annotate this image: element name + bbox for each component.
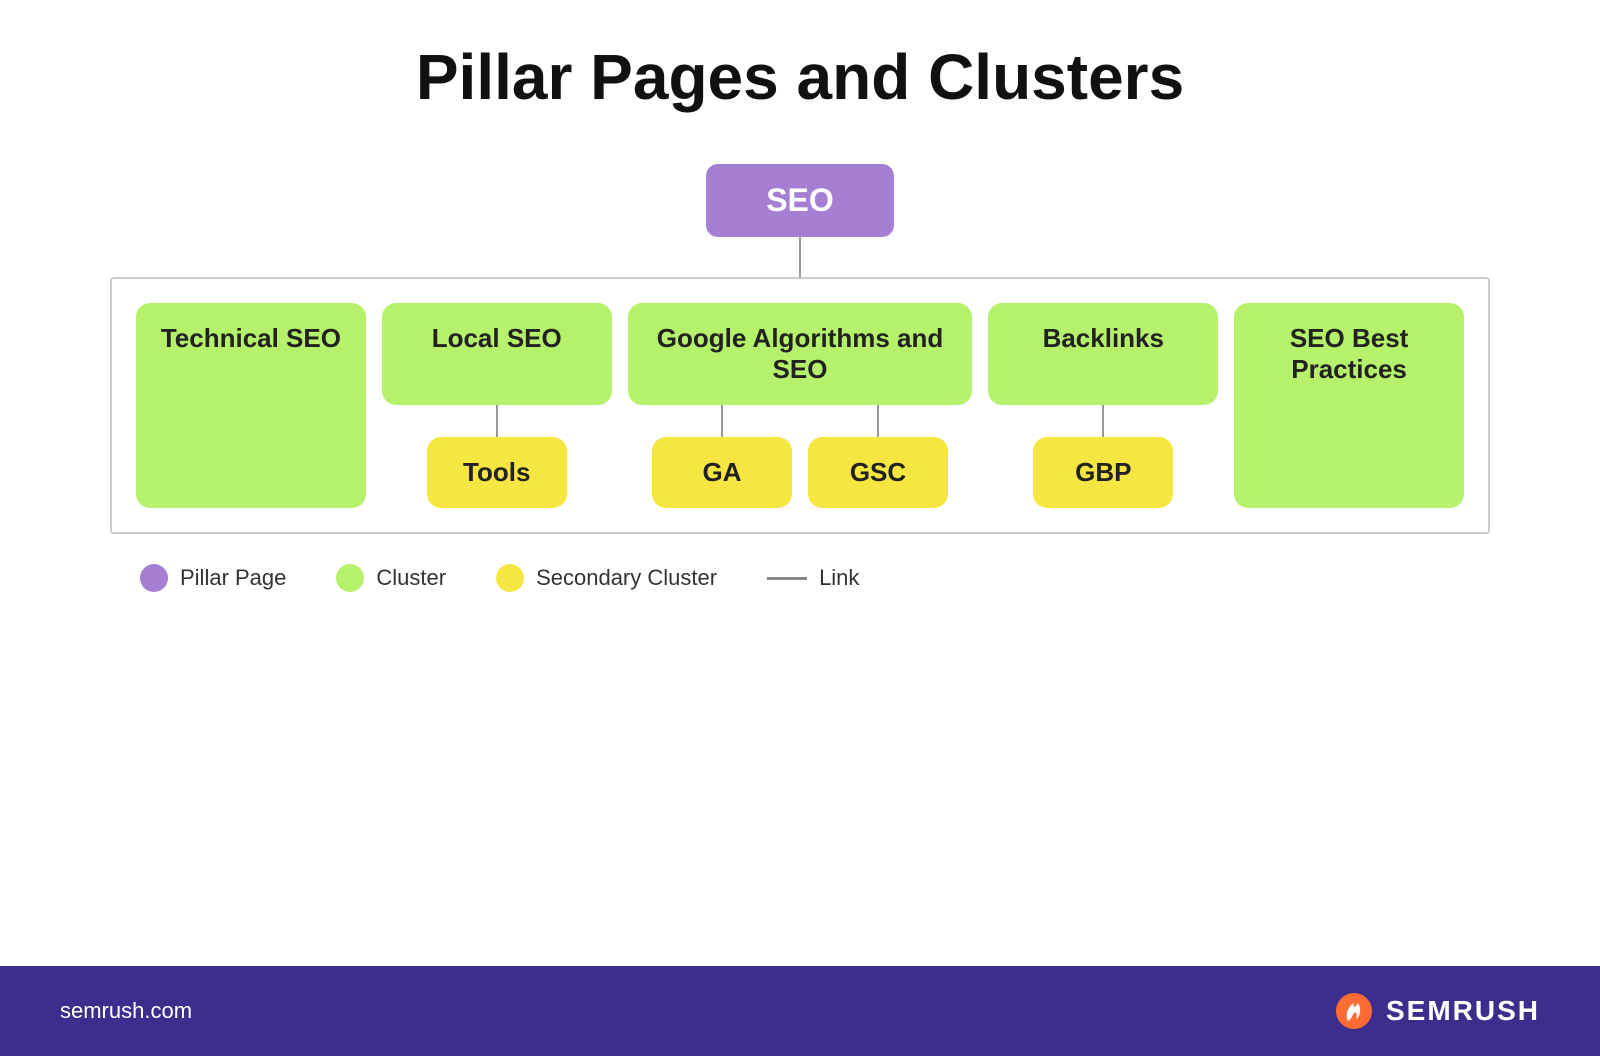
connector-local-tools	[496, 405, 498, 437]
connector-algo-gsc	[877, 405, 879, 437]
node-gbp: GBP	[1033, 437, 1173, 508]
legend-pillar-label: Pillar Page	[180, 565, 286, 591]
col-local-seo: Local SEO Tools	[382, 303, 612, 508]
legend: Pillar Page Cluster Secondary Cluster Li…	[60, 564, 859, 592]
diagram-container: SEO Technical SEO Local SEO Tools	[60, 164, 1540, 936]
root-node: SEO	[706, 164, 894, 237]
node-tools: Tools	[427, 437, 567, 508]
secondary-cluster-dot	[496, 564, 524, 592]
level1-row: Technical SEO Local SEO Tools Google Alg…	[136, 303, 1464, 508]
node-google-algo: Google Algorithms and SEO	[628, 303, 973, 405]
node-local-seo: Local SEO	[382, 303, 612, 405]
node-technical-seo: Technical SEO	[136, 303, 366, 508]
page-title: Pillar Pages and Clusters	[416, 40, 1184, 114]
cluster-dot	[336, 564, 364, 592]
diagram-box: Technical SEO Local SEO Tools Google Alg…	[110, 277, 1490, 534]
legend-cluster-label: Cluster	[376, 565, 446, 591]
node-gsc: GSC	[808, 437, 948, 508]
connector-algo-ga	[721, 405, 723, 437]
sub-col-ga: GA	[652, 405, 792, 508]
connector-backlinks-gbp	[1102, 405, 1104, 437]
col-google-algo: Google Algorithms and SEO GA GSC	[628, 303, 973, 508]
col-technical-seo: Technical SEO	[136, 303, 366, 508]
legend-pillar-page: Pillar Page	[140, 564, 286, 592]
legend-cluster: Cluster	[336, 564, 446, 592]
footer-url: semrush.com	[60, 998, 192, 1024]
root-connector	[799, 237, 801, 277]
legend-link: Link	[767, 565, 859, 591]
legend-link-label: Link	[819, 565, 859, 591]
pillar-page-dot	[140, 564, 168, 592]
node-backlinks: Backlinks	[988, 303, 1218, 405]
col-backlinks: Backlinks GBP	[988, 303, 1218, 508]
link-line	[767, 577, 807, 580]
legend-secondary-cluster: Secondary Cluster	[496, 564, 717, 592]
col-seo-best: SEO Best Practices	[1234, 303, 1464, 508]
node-ga: GA	[652, 437, 792, 508]
legend-secondary-label: Secondary Cluster	[536, 565, 717, 591]
sub-col-gsc: GSC	[808, 405, 948, 508]
footer-brand: SEMRUSH	[1386, 995, 1540, 1027]
footer-logo: SEMRUSH	[1334, 991, 1540, 1031]
footer: semrush.com SEMRUSH	[0, 966, 1600, 1056]
node-seo-best: SEO Best Practices	[1234, 303, 1464, 508]
semrush-icon	[1334, 991, 1374, 1031]
